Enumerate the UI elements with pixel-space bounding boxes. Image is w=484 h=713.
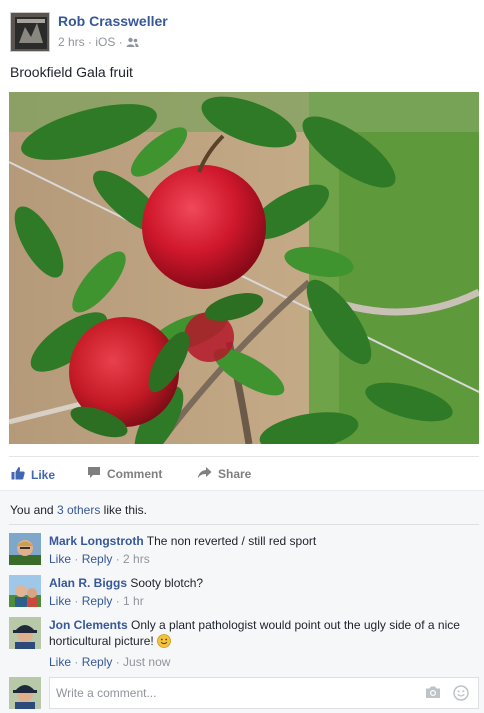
comment-button[interactable]: Comment [87, 466, 162, 482]
commenter-avatar[interactable] [9, 533, 41, 565]
likes-suffix: like this. [100, 503, 147, 517]
comment-text: Sooty blotch? [130, 576, 204, 590]
smiley-emoji-icon [157, 634, 171, 652]
smiley-icon[interactable] [453, 685, 469, 704]
meta-separator: · [118, 35, 123, 49]
comment-composer [9, 677, 479, 709]
share-button[interactable]: Share [197, 466, 251, 482]
like-label: Like [31, 467, 56, 482]
comment-actions: Like · Reply · 2 hrs [49, 552, 150, 566]
post-meta: 2 hrs · iOS · [58, 35, 139, 51]
post-header: Rob Crassweller 2 hrs · iOS · [10, 12, 480, 52]
comment-body: Jon Clements Only a plant pathologist wo… [49, 617, 469, 670]
post-actions-bar: Like Comment Share [9, 456, 479, 488]
comment-author[interactable]: Alan R. Biggs [49, 576, 127, 590]
comment-input[interactable] [49, 677, 479, 709]
comment-author[interactable]: Mark Longstroth [49, 534, 144, 548]
thumbs-up-icon [11, 466, 25, 483]
comment-like-link[interactable]: Like [49, 594, 71, 608]
author-avatar[interactable] [10, 12, 50, 52]
comment-time[interactable]: Just now [123, 655, 170, 669]
camera-icon[interactable] [425, 685, 441, 702]
divider [9, 524, 479, 525]
share-arrow-icon [197, 466, 212, 482]
commenter-avatar[interactable] [9, 617, 41, 649]
comment-like-link[interactable]: Like [49, 655, 71, 669]
comment-text: The non reverted / still red sport [146, 534, 317, 548]
post-photo[interactable] [9, 92, 479, 444]
post-text: Brookfield Gala fruit [10, 64, 133, 80]
likes-others-link[interactable]: 3 others [57, 503, 100, 517]
comment-body: Alan R. Biggs Sooty blotch? Like · Reply… [49, 575, 469, 609]
comment-actions: Like · Reply · Just now [49, 655, 171, 669]
current-user-avatar [9, 677, 41, 709]
share-label: Share [218, 467, 252, 481]
comment-reply-link[interactable]: Reply [82, 655, 113, 669]
comment-actions: Like · Reply · 1 hr [49, 594, 144, 608]
comment-time[interactable]: 2 hrs [123, 552, 150, 566]
comment-reply-link[interactable]: Reply [82, 552, 113, 566]
author-name[interactable]: Rob Crassweller [58, 13, 168, 29]
like-button[interactable]: Like [11, 466, 55, 483]
comment-reply-link[interactable]: Reply [82, 594, 113, 608]
comment-like-link[interactable]: Like [49, 552, 71, 566]
comment-body: Mark Longstroth The non reverted / still… [49, 533, 469, 567]
friends-icon[interactable] [126, 37, 139, 51]
comment-time[interactable]: 1 hr [123, 594, 144, 608]
post-time[interactable]: 2 hrs [58, 35, 85, 49]
commenter-avatar[interactable] [9, 575, 41, 607]
comment-icon [87, 466, 101, 482]
comment-author[interactable]: Jon Clements [49, 618, 128, 632]
meta-separator: · [88, 35, 93, 49]
likes-summary: You and 3 others like this. [10, 503, 147, 517]
comment-label: Comment [107, 467, 163, 481]
likes-prefix: You and [10, 503, 57, 517]
post-source: iOS [95, 35, 116, 49]
comments-section: You and 3 others like this. Mark Longstr… [0, 490, 484, 713]
